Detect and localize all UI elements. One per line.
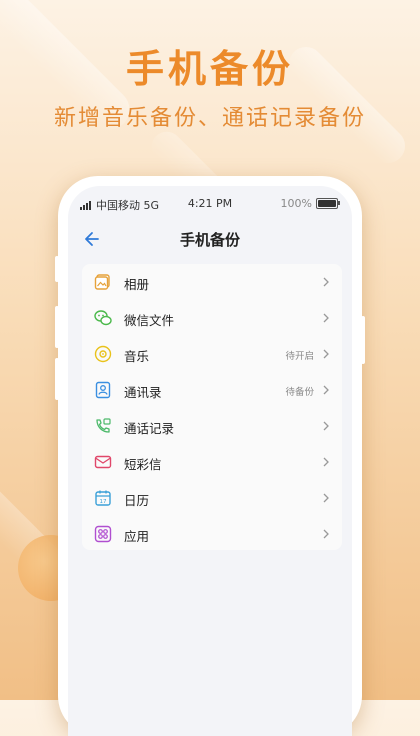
battery-icon	[316, 198, 340, 209]
list-item-label: 日历	[124, 493, 150, 508]
list-item-calendar[interactable]: 17 日历	[82, 480, 342, 516]
music-icon	[94, 345, 112, 363]
contacts-icon	[95, 381, 111, 399]
promo-title: 手机备份	[125, 47, 294, 91]
chevron-right-icon	[323, 457, 329, 467]
backup-list: 相册 微信文件 音乐 待开启 通讯录 待备份 通话记录 短彩信 17 日历 应用	[82, 264, 342, 550]
list-item-label: 通讯录	[124, 385, 162, 400]
chevron-right-icon	[323, 349, 329, 359]
chevron-right-icon	[323, 277, 329, 287]
chevron-right-icon	[323, 313, 329, 323]
list-item-label: 短彩信	[124, 457, 162, 472]
list-item-contacts[interactable]: 通讯录 待备份	[82, 372, 342, 408]
apps-icon	[94, 525, 112, 543]
phone-side-button	[361, 316, 365, 364]
list-item-album[interactable]: 相册	[82, 264, 342, 300]
list-item-label: 相册	[124, 277, 150, 292]
list-item-sms[interactable]: 短彩信	[82, 444, 342, 480]
phone-side-button	[55, 256, 59, 282]
page-title: 手机备份	[179, 231, 240, 249]
battery-percent: 100%	[280, 197, 312, 210]
promo-subtitle: 新增音乐备份、通话记录备份	[53, 106, 366, 131]
phone-side-button	[55, 358, 59, 400]
list-item-label: 微信文件	[124, 313, 175, 328]
list-item-label: 应用	[124, 529, 150, 544]
list-item-status: 待开启	[285, 351, 314, 362]
nav-bar: 手机备份	[68, 226, 352, 256]
call-log-icon	[96, 418, 111, 433]
list-item-apps[interactable]: 应用	[82, 516, 342, 552]
chevron-right-icon	[323, 385, 329, 395]
list-item-wechat[interactable]: 微信文件	[82, 300, 342, 336]
list-item-label: 通话记录	[124, 421, 175, 436]
chevron-right-icon	[323, 493, 329, 503]
phone-side-button	[55, 306, 59, 348]
phone-screen: 中国移动 5G 4:21 PM 100% 手机备份 相册 微信文件 音乐 待开启…	[68, 186, 352, 736]
album-icon	[94, 274, 110, 290]
wechat-icon	[94, 310, 112, 326]
list-item-label: 音乐	[124, 349, 150, 364]
chevron-right-icon	[323, 529, 329, 539]
list-item-call-log[interactable]: 通话记录	[82, 408, 342, 444]
sms-icon	[94, 455, 112, 469]
svg-text:17: 17	[100, 499, 107, 505]
status-bar: 中国移动 5G 4:21 PM 100%	[68, 194, 352, 212]
list-item-music[interactable]: 音乐 待开启	[82, 336, 342, 372]
chevron-right-icon	[323, 421, 329, 431]
list-item-status: 待备份	[285, 387, 314, 398]
calendar-icon: 17	[95, 490, 111, 506]
phone-mockup: 中国移动 5G 4:21 PM 100% 手机备份 相册 微信文件 音乐 待开启…	[55, 176, 365, 736]
